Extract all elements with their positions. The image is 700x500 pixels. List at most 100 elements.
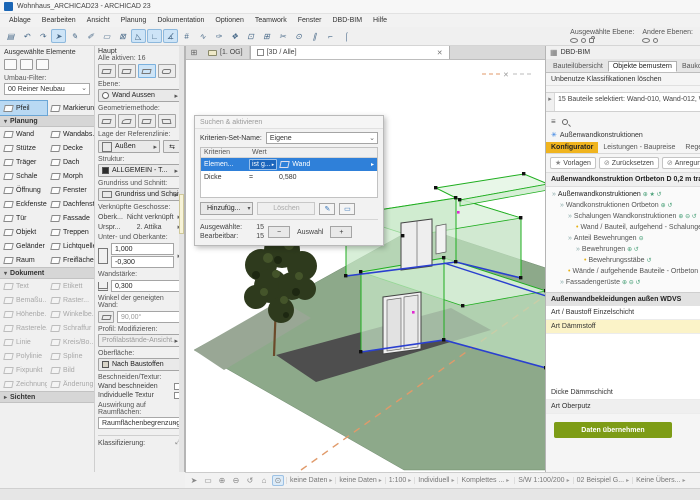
geometry-method-button[interactable]: [158, 114, 176, 128]
lasso-icon[interactable]: ➤: [188, 476, 200, 485]
search-icon[interactable]: [561, 118, 568, 125]
tool-item[interactable]: Wand: [0, 127, 47, 141]
tool-item[interactable]: Träger: [0, 155, 47, 169]
tool-item[interactable]: Spline: [47, 349, 94, 363]
tree-item[interactable]: » Fassadengerüste ⊕ ⊖ ↺: [550, 277, 700, 288]
toolbar-icon[interactable]: ✎: [67, 29, 82, 43]
dbd-action-button[interactable]: ★ Vorlagen: [550, 157, 596, 169]
dbd-subtab[interactable]: Leistungen - Baupreise: [598, 142, 680, 153]
tool-item[interactable]: Wandabs...: [47, 127, 94, 141]
geometry-method-button[interactable]: [118, 114, 136, 128]
quick-option[interactable]: Komplettes ...: [457, 477, 512, 484]
toolbar-icon[interactable]: ✑: [211, 29, 226, 43]
construction-group-link[interactable]: ✳ Außenwandkonstruktionen: [546, 128, 700, 142]
tool-item[interactable]: Decke: [47, 141, 94, 155]
tree-action-icons[interactable]: ⊕ ⊖ ↺: [678, 213, 696, 220]
dbd-subtab[interactable]: Regeln d...: [680, 142, 700, 153]
tool-item[interactable]: Bemaßu...: [0, 293, 47, 307]
close-tab-icon[interactable]: ✕: [437, 49, 443, 57]
tool-item[interactable]: Text: [0, 279, 47, 293]
dbd-tab[interactable]: Objekte bemustern: [607, 61, 677, 72]
clear-classifications-button[interactable]: Unbenutze Klassifikationen löschen: [551, 76, 662, 83]
tree-item[interactable]: » Anteil Bewehrungen ⊖: [550, 233, 700, 244]
tree-item[interactable]: » Bewehrungen ⊕ ↺: [550, 244, 700, 255]
tree-action-icons[interactable]: ⊕ ↺: [661, 202, 673, 209]
tree-item[interactable]: • Wand / Bauteil, aufgehend - Schalungen…: [550, 222, 700, 233]
dbd-action-button[interactable]: ⊘ Zurücksetzen: [598, 157, 659, 169]
element-select-icon[interactable]: [20, 59, 33, 70]
hamburger-icon[interactable]: ≡: [551, 117, 556, 126]
quick-option[interactable]: keine Daten: [335, 477, 384, 484]
layer-lock-icon[interactable]: [589, 35, 596, 43]
tree-action-icons[interactable]: ↺: [647, 257, 652, 264]
tag-button[interactable]: [158, 64, 176, 78]
tool-item[interactable]: Höhenbe...: [0, 307, 47, 321]
toolbar-icon[interactable]: ∡: [163, 29, 178, 43]
other-layer-visibility-icon[interactable]: [642, 37, 651, 43]
menu-item[interactable]: Hilfe: [368, 16, 392, 25]
criteria-row[interactable]: Elemen... ist g... ▸ Wand ▸: [201, 158, 377, 171]
thickness-field[interactable]: 0,300: [111, 280, 181, 292]
tool-item[interactable]: Fixpunkt: [0, 363, 47, 377]
menu-item[interactable]: Fenster: [293, 16, 327, 25]
criteria-row[interactable]: Dicke = 0,580: [201, 171, 377, 184]
tool-item[interactable]: Rasterele...: [0, 321, 47, 335]
tool-item[interactable]: Geländer: [0, 239, 47, 253]
top-offset-field[interactable]: 1,000: [111, 243, 175, 255]
toolbar-icon[interactable]: ▤: [3, 29, 18, 43]
quick-option[interactable]: Individuell: [414, 477, 457, 484]
surface-select[interactable]: Nach Baustoffen: [98, 358, 181, 371]
tool-item[interactable]: Objekt: [0, 225, 47, 239]
tree-action-icons[interactable]: ⊕ ↺: [627, 246, 639, 253]
menu-item[interactable]: Ablage: [4, 16, 36, 25]
umbau-filter-select[interactable]: 00 Reiner Neubau: [4, 83, 90, 95]
toolbar-icon[interactable]: ⌠: [339, 29, 354, 43]
tool-item[interactable]: Stütze: [0, 141, 47, 155]
other-layer-solid-icon[interactable]: [653, 37, 659, 43]
status-option[interactable]: 02 Beispiel G...: [572, 477, 632, 484]
tool-item[interactable]: Markierun...: [47, 101, 94, 115]
menu-item[interactable]: DBD-BIM: [327, 16, 367, 25]
zoom-out-icon[interactable]: ⊖: [230, 476, 242, 485]
tool-item[interactable]: Schraffur: [47, 321, 94, 335]
tab-3d[interactable]: [3D / Alle] ✕: [249, 46, 450, 59]
tool-item[interactable]: Zeichnung: [0, 377, 47, 391]
marquee-pick-icon[interactable]: ▭: [339, 202, 356, 215]
settings-button[interactable]: [98, 64, 116, 78]
zone-effect-select[interactable]: Raumflächenbegrenzung: [98, 417, 181, 429]
favorites-button[interactable]: [118, 64, 136, 78]
toolbar-icon[interactable]: ↷: [35, 29, 50, 43]
toolbar-icon[interactable]: ⊡: [243, 29, 258, 43]
section-sichten[interactable]: ▸ Sichten: [0, 391, 94, 403]
tree-action-icons[interactable]: ⊕ ★ ↺: [643, 191, 662, 198]
tool-item[interactable]: Raster...: [47, 293, 94, 307]
toolbar-icon[interactable]: ◺: [131, 29, 146, 43]
tool-item[interactable]: Fassade: [47, 211, 94, 225]
tool-item[interactable]: Etikett: [47, 279, 94, 293]
tool-item[interactable]: Treppen: [47, 225, 94, 239]
plan-section-button[interactable]: Grundriss und Schnitt... ▸: [98, 188, 181, 201]
dbd-tab[interactable]: Baukosten auswerten: [677, 61, 700, 72]
quick-option[interactable]: 1:100: [384, 477, 415, 484]
wall-tool-button[interactable]: [138, 64, 156, 78]
layer-select[interactable]: Wand Aussen ▸: [98, 89, 181, 102]
explore-icon[interactable]: ⌂: [258, 476, 270, 485]
delete-criteria-button[interactable]: Löschen: [257, 202, 316, 215]
geometry-method-button[interactable]: [138, 114, 156, 128]
story-top-value[interactable]: Nicht verknüpft: [127, 214, 174, 221]
add-criteria-button[interactable]: Hinzufüg...: [200, 202, 254, 215]
toolbar-icon[interactable]: ⊞: [259, 29, 274, 43]
story-origin-value[interactable]: 2. Attika: [137, 224, 162, 231]
layer-solid-icon[interactable]: [581, 37, 587, 43]
infobox-scrollbar[interactable]: [179, 46, 184, 488]
quick-option[interactable]: keine Daten: [286, 477, 335, 484]
tool-item[interactable]: Öffnung: [0, 183, 47, 197]
tool-item[interactable]: Linie: [0, 335, 47, 349]
tree-item[interactable]: • Wände / aufgehende Bauteile - Ortbeton…: [550, 266, 700, 277]
tree-item[interactable]: » Außenwandkonstruktionen ⊕ ★ ↺: [550, 189, 700, 200]
tool-item[interactable]: Lichtquelle: [47, 239, 94, 253]
tool-item[interactable]: Pfeil: [0, 100, 48, 116]
orbit-icon[interactable]: ↺: [244, 476, 256, 485]
tool-item[interactable]: Polylinie: [0, 349, 47, 363]
pick-settings-icon[interactable]: ✎: [319, 202, 336, 215]
